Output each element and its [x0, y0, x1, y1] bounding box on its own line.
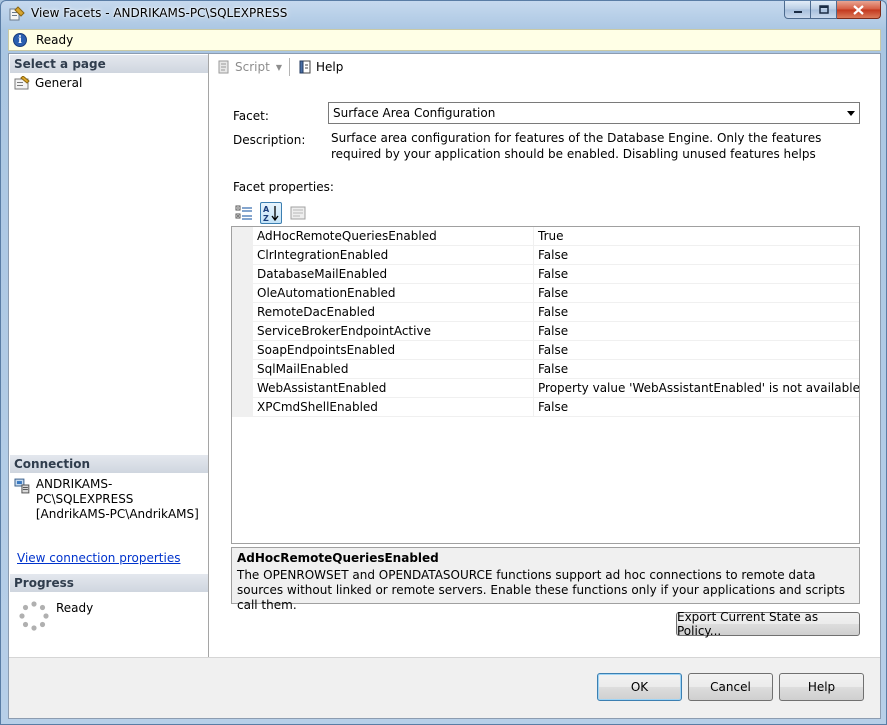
property-value[interactable]: False: [534, 341, 859, 360]
left-pane: Select a page General Connection ANDRIKA…: [9, 54, 209, 657]
description-label: Description:: [233, 133, 306, 147]
connection-header: Connection: [10, 455, 208, 473]
property-row[interactable]: RemoteDacEnabled False: [232, 303, 859, 322]
svg-text:A: A: [263, 205, 270, 214]
minimize-button[interactable]: [784, 1, 811, 19]
view-facets-window: View Facets - ANDRIKAMS-PC\SQLEXPRESS i …: [0, 0, 887, 725]
maximize-button[interactable]: [811, 1, 837, 19]
help-panel-title: AdHocRemoteQueriesEnabled: [237, 551, 439, 565]
property-name: AdHocRemoteQueriesEnabled: [253, 227, 534, 246]
info-icon: i: [13, 33, 27, 47]
property-value[interactable]: False: [534, 246, 859, 265]
property-grid: AdHocRemoteQueriesEnabled True ClrIntegr…: [231, 226, 860, 544]
property-value[interactable]: False: [534, 322, 859, 341]
facets-icon: [9, 6, 25, 21]
progress-info: Ready: [18, 600, 93, 632]
property-row[interactable]: DatabaseMailEnabled False: [232, 265, 859, 284]
script-button[interactable]: Script ▼: [213, 57, 285, 77]
categorized-icon: [235, 205, 252, 220]
property-grid-toolbar: A Z: [233, 202, 314, 224]
property-row[interactable]: ServiceBrokerEndpointActive False: [232, 322, 859, 341]
alphabetical-sort-icon: A Z: [263, 205, 279, 222]
script-label: Script: [235, 60, 270, 74]
property-row[interactable]: AdHocRemoteQueriesEnabled True: [232, 227, 859, 246]
toolbar: Script ▼ Help: [210, 54, 346, 80]
export-policy-button[interactable]: Export Current State as Policy...: [676, 610, 860, 638]
svg-text:Z: Z: [263, 214, 269, 222]
help-toolbar-button[interactable]: Help: [294, 57, 346, 77]
help-label: Help: [315, 60, 344, 74]
facet-selected-value: Surface Area Configuration: [333, 106, 496, 120]
property-value[interactable]: False: [534, 284, 859, 303]
facet-description: Surface area configuration for features …: [331, 131, 822, 161]
select-page-header: Select a page: [10, 55, 208, 73]
property-pages-button[interactable]: [287, 202, 309, 224]
script-icon: [218, 60, 229, 74]
ok-button[interactable]: OK: [597, 673, 682, 701]
alphabetical-button[interactable]: A Z: [260, 202, 282, 224]
facet-properties-label: Facet properties:: [233, 180, 334, 194]
help-panel-text: The OPENROWSET and OPENDATASOURCE functi…: [237, 568, 846, 612]
property-value[interactable]: False: [534, 360, 859, 379]
status-bar: i Ready: [8, 29, 881, 51]
progress-spinner-icon: [19, 601, 49, 631]
property-name: ClrIntegrationEnabled: [253, 246, 534, 265]
facet-dropdown[interactable]: Surface Area Configuration: [328, 102, 860, 124]
property-name: WebAssistantEnabled: [253, 379, 534, 398]
connection-info: ANDRIKAMS-PC\SQLEXPRESS [AndrikAMS-PC\An…: [14, 477, 208, 522]
dialog-client-area: Select a page General Connection ANDRIKA…: [8, 53, 881, 719]
property-name: SqlMailEnabled: [253, 360, 534, 379]
property-row[interactable]: XPCmdShellEnabled False: [232, 398, 859, 417]
property-value[interactable]: False: [534, 265, 859, 284]
property-name: RemoteDacEnabled: [253, 303, 534, 322]
property-name: XPCmdShellEnabled: [253, 398, 534, 417]
property-value[interactable]: True: [534, 227, 859, 246]
close-icon: [853, 4, 864, 15]
property-help-panel: AdHocRemoteQueriesEnabled The OPENROWSET…: [231, 547, 860, 612]
help-button[interactable]: Help: [779, 673, 864, 701]
connection-server: ANDRIKAMS-PC\SQLEXPRESS: [35, 477, 134, 506]
connection-user: [AndrikAMS-PC\AndrikAMS]: [35, 507, 199, 521]
server-connection-icon: [14, 478, 30, 494]
property-row[interactable]: SoapEndpointsEnabled False: [232, 341, 859, 360]
right-pane: Script ▼ Help Facet: Surface Area Config…: [210, 54, 880, 657]
property-row[interactable]: OleAutomationEnabled False: [232, 284, 859, 303]
property-name: SoapEndpointsEnabled: [253, 341, 534, 360]
property-value[interactable]: Property value 'WebAssistantEnabled' is …: [534, 379, 859, 398]
chevron-down-icon: [847, 110, 855, 116]
maximize-icon: [818, 5, 829, 14]
close-button[interactable]: [837, 1, 881, 19]
page-item-general[interactable]: General: [14, 76, 82, 90]
progress-header: Progress: [10, 574, 208, 592]
window-title: View Facets - ANDRIKAMS-PC\SQLEXPRESS: [31, 6, 288, 20]
cancel-button[interactable]: Cancel: [688, 673, 773, 701]
progress-status: Ready: [56, 601, 94, 615]
property-name: OleAutomationEnabled: [253, 284, 534, 303]
property-row[interactable]: WebAssistantEnabled Property value 'WebA…: [232, 379, 859, 398]
property-value[interactable]: False: [534, 303, 859, 322]
minimize-icon: [793, 10, 802, 13]
status-text: Ready: [36, 33, 74, 47]
facet-label: Facet:: [233, 109, 269, 123]
dialog-button-bar: OK Cancel Help: [9, 657, 880, 718]
property-pages-icon: [290, 206, 306, 220]
toolbar-separator: [288, 58, 290, 76]
property-row[interactable]: ClrIntegrationEnabled False: [232, 246, 859, 265]
chevron-down-icon: ▼: [275, 62, 282, 72]
view-connection-properties-link[interactable]: View connection properties: [17, 551, 180, 565]
categorized-button[interactable]: [233, 202, 255, 224]
general-page-icon: [14, 76, 30, 90]
property-value[interactable]: False: [534, 398, 859, 417]
title-bar[interactable]: View Facets - ANDRIKAMS-PC\SQLEXPRESS: [1, 1, 886, 27]
property-name: DatabaseMailEnabled: [253, 265, 534, 284]
property-name: ServiceBrokerEndpointActive: [253, 322, 534, 341]
property-row[interactable]: SqlMailEnabled False: [232, 360, 859, 379]
help-book-icon: [299, 60, 311, 74]
page-item-label: General: [35, 76, 83, 90]
